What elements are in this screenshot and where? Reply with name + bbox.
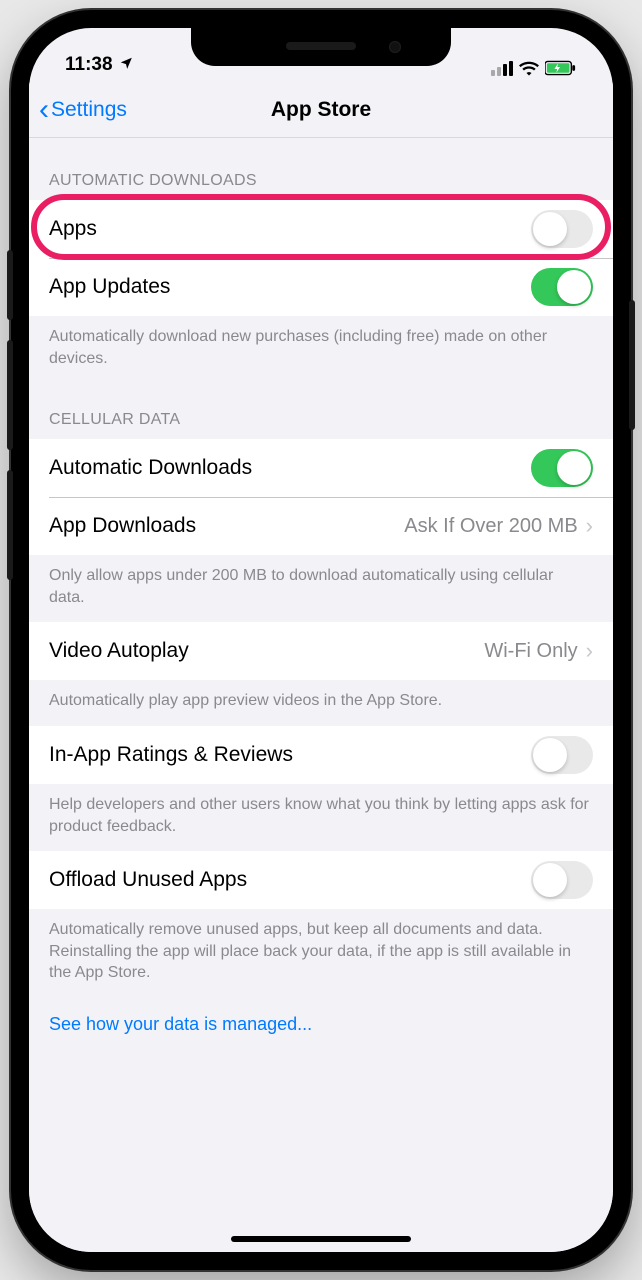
front-camera (389, 41, 401, 53)
nav-bar: ‹ Settings App Store (29, 82, 613, 138)
row-ratings[interactable]: In-App Ratings & Reviews (29, 726, 613, 784)
section-header-auto-downloads: AUTOMATIC DOWNLOADS (29, 138, 613, 200)
row-offload[interactable]: Offload Unused Apps (29, 851, 613, 909)
row-app-downloads[interactable]: App Downloads Ask If Over 200 MB › (29, 497, 613, 555)
content-scroll[interactable]: ‹ Settings App Store AUTOMATIC DOWNLOADS… (29, 82, 613, 1252)
footer-offload: Automatically remove unused apps, but ke… (29, 909, 613, 998)
chevron-right-icon: › (586, 513, 593, 539)
location-icon (119, 54, 133, 76)
row-video-value: Wi-Fi Only (484, 640, 577, 663)
row-apps[interactable]: Apps (29, 200, 613, 258)
back-button[interactable]: ‹ Settings (29, 95, 127, 125)
battery-charging-icon (545, 60, 577, 76)
toggle-apps[interactable] (531, 210, 593, 248)
row-app-downloads-value: Ask If Over 200 MB (404, 515, 577, 538)
row-offload-label: Offload Unused Apps (49, 868, 247, 892)
volume-up (7, 340, 13, 450)
toggle-cellular-auto[interactable] (531, 449, 593, 487)
volume-down (7, 470, 13, 580)
toggle-app-updates[interactable] (531, 268, 593, 306)
row-cellular-auto-label: Automatic Downloads (49, 456, 252, 480)
toggle-ratings[interactable] (531, 736, 593, 774)
status-time: 11:38 (65, 54, 113, 76)
row-app-updates[interactable]: App Updates (29, 258, 613, 316)
section-header-cellular: CELLULAR DATA (29, 383, 613, 439)
footer-cellular: Only allow apps under 200 MB to download… (29, 555, 613, 622)
data-management-link[interactable]: See how your data is managed... (29, 998, 613, 1065)
row-app-downloads-label: App Downloads (49, 514, 196, 538)
phone-frame: 11:38 ‹ Setting (11, 10, 631, 1270)
back-label: Settings (51, 98, 127, 122)
chevron-left-icon: ‹ (39, 95, 49, 125)
power-button (629, 300, 635, 430)
row-video-label: Video Autoplay (49, 639, 189, 663)
footer-video: Automatically play app preview videos in… (29, 680, 613, 726)
home-indicator[interactable] (231, 1236, 411, 1242)
screen: 11:38 ‹ Setting (29, 28, 613, 1252)
row-ratings-label: In-App Ratings & Reviews (49, 743, 293, 767)
footer-ratings: Help developers and other users know wha… (29, 784, 613, 851)
footer-auto-downloads: Automatically download new purchases (in… (29, 316, 613, 383)
row-video-autoplay[interactable]: Video Autoplay Wi-Fi Only › (29, 622, 613, 680)
toggle-offload[interactable] (531, 861, 593, 899)
row-apps-label: Apps (49, 217, 97, 241)
row-cellular-auto[interactable]: Automatic Downloads (29, 439, 613, 497)
row-app-updates-label: App Updates (49, 275, 170, 299)
cellular-signal-icon (491, 61, 513, 76)
speaker (286, 42, 356, 50)
silent-switch (7, 250, 13, 320)
chevron-right-icon: › (586, 638, 593, 664)
wifi-icon (519, 60, 539, 76)
notch (191, 28, 451, 66)
